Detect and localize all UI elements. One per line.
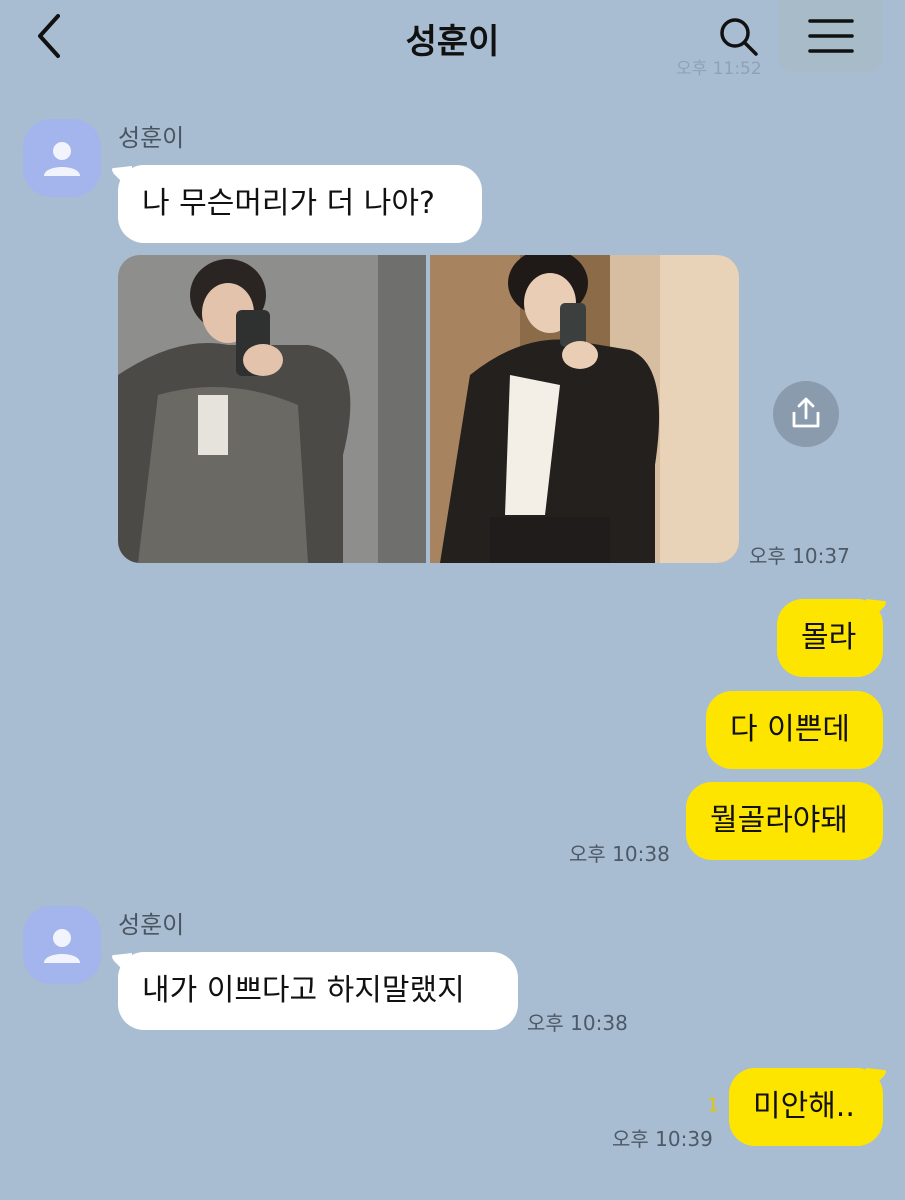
sender-name: 성훈이 — [118, 124, 185, 152]
avatar[interactable] — [23, 906, 101, 984]
message-bubble[interactable]: 미안해.. — [729, 1068, 883, 1146]
bubble-tail — [866, 599, 886, 625]
timestamp: 오후 10:38 — [569, 842, 670, 866]
message-bubble[interactable]: 내가 이쁘다고 하지말랬지 — [118, 952, 518, 1030]
bubble-tail — [866, 1068, 886, 1094]
unread-count: 1 — [707, 1094, 720, 1116]
ghost-timestamp: 오후 11:52 — [676, 59, 762, 79]
message-bubble[interactable]: 다 이쁜데 — [706, 691, 883, 769]
share-icon — [792, 397, 820, 428]
sender-name: 성훈이 — [118, 911, 185, 939]
search-icon[interactable] — [716, 14, 760, 58]
default-profile-icon — [44, 929, 80, 963]
share-button[interactable] — [773, 381, 839, 447]
message-bubble[interactable]: 나 무슨머리가 더 나아? — [118, 165, 482, 243]
avatar[interactable] — [23, 119, 101, 197]
timestamp: 오후 10:39 — [612, 1127, 713, 1151]
hamburger-menu-icon[interactable] — [808, 16, 854, 56]
timestamp: 오후 10:38 — [527, 1011, 628, 1035]
chat-title: 성훈이 — [405, 22, 500, 62]
photo-album[interactable] — [118, 255, 739, 563]
photo-1[interactable] — [118, 255, 426, 563]
photo-2[interactable] — [430, 255, 739, 563]
default-profile-icon — [44, 142, 80, 176]
message-bubble[interactable]: 뭘골라야돼 — [686, 782, 883, 860]
timestamp: 오후 10:37 — [749, 544, 850, 568]
